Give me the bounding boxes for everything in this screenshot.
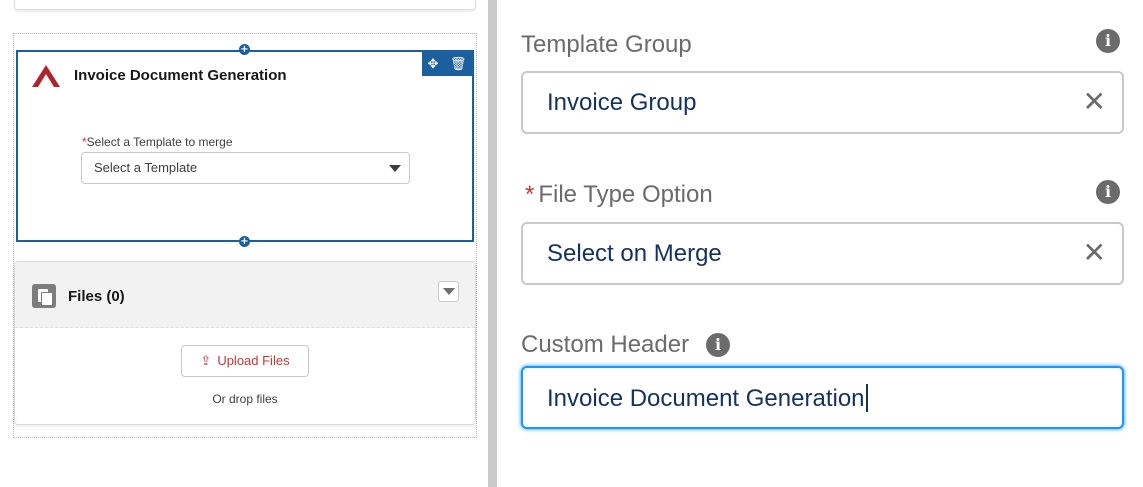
files-icon: [32, 284, 56, 308]
template-select-placeholder: Select a Template: [94, 160, 198, 175]
chevron-down-icon: [389, 165, 401, 172]
text-cursor: [865, 384, 868, 412]
template-group-value: Invoice Group: [547, 89, 697, 116]
selected-component-card[interactable]: ✥ 🗑 Invoice Document Generation *Select …: [16, 50, 474, 242]
clear-icon[interactable]: ✕: [1083, 87, 1106, 117]
files-menu-button[interactable]: [438, 281, 459, 302]
template-group-label: Template Group: [521, 31, 692, 58]
file-type-option-field[interactable]: Select on Merge ✕: [521, 222, 1124, 285]
info-icon[interactable]: i: [1096, 180, 1120, 204]
custom-header-value: Invoice Document Generation: [547, 384, 868, 413]
move-icon[interactable]: ✥: [428, 57, 439, 72]
files-card-header: Files (0): [15, 262, 475, 328]
info-icon[interactable]: i: [706, 333, 730, 357]
template-group-field[interactable]: Invoice Group ✕: [521, 71, 1124, 134]
previous-component-card[interactable]: [14, 0, 476, 10]
property-panel: Template Group i Invoice Group ✕ * File T…: [497, 0, 1143, 487]
files-card[interactable]: Files (0) ⇪ Upload Files Or drop files: [14, 261, 476, 425]
custom-header-input[interactable]: Invoice Document Generation: [521, 366, 1124, 429]
clear-icon[interactable]: ✕: [1083, 238, 1106, 268]
file-type-option-label: * File Type Option: [525, 181, 713, 208]
trash-icon[interactable]: 🗑: [450, 57, 467, 72]
insert-below-handle[interactable]: +: [239, 236, 250, 247]
insert-above-handle[interactable]: +: [239, 44, 250, 55]
panel-splitter[interactable]: [488, 0, 497, 487]
component-toolbar: ✥ 🗑: [422, 52, 472, 76]
drop-files-text: Or drop files: [212, 392, 278, 406]
builder-canvas: ✥ 🗑 Invoice Document Generation *Select …: [0, 0, 488, 487]
file-type-option-value: Select on Merge: [547, 240, 722, 267]
component-title: Invoice Document Generation: [74, 67, 287, 84]
custom-header-label: Custom Header: [521, 331, 690, 358]
info-icon[interactable]: i: [1096, 29, 1120, 53]
files-title: Files (0): [68, 288, 125, 305]
template-select-label: *Select a Template to merge: [82, 135, 233, 149]
upload-icon: ⇪: [200, 354, 212, 369]
app-root: ✥ 🗑 Invoice Document Generation *Select …: [0, 0, 1143, 487]
template-select[interactable]: Select a Template: [81, 152, 410, 184]
required-marker: *: [525, 181, 535, 208]
upload-files-button[interactable]: ⇪ Upload Files: [181, 345, 309, 377]
brand-logo-icon: [32, 65, 60, 87]
